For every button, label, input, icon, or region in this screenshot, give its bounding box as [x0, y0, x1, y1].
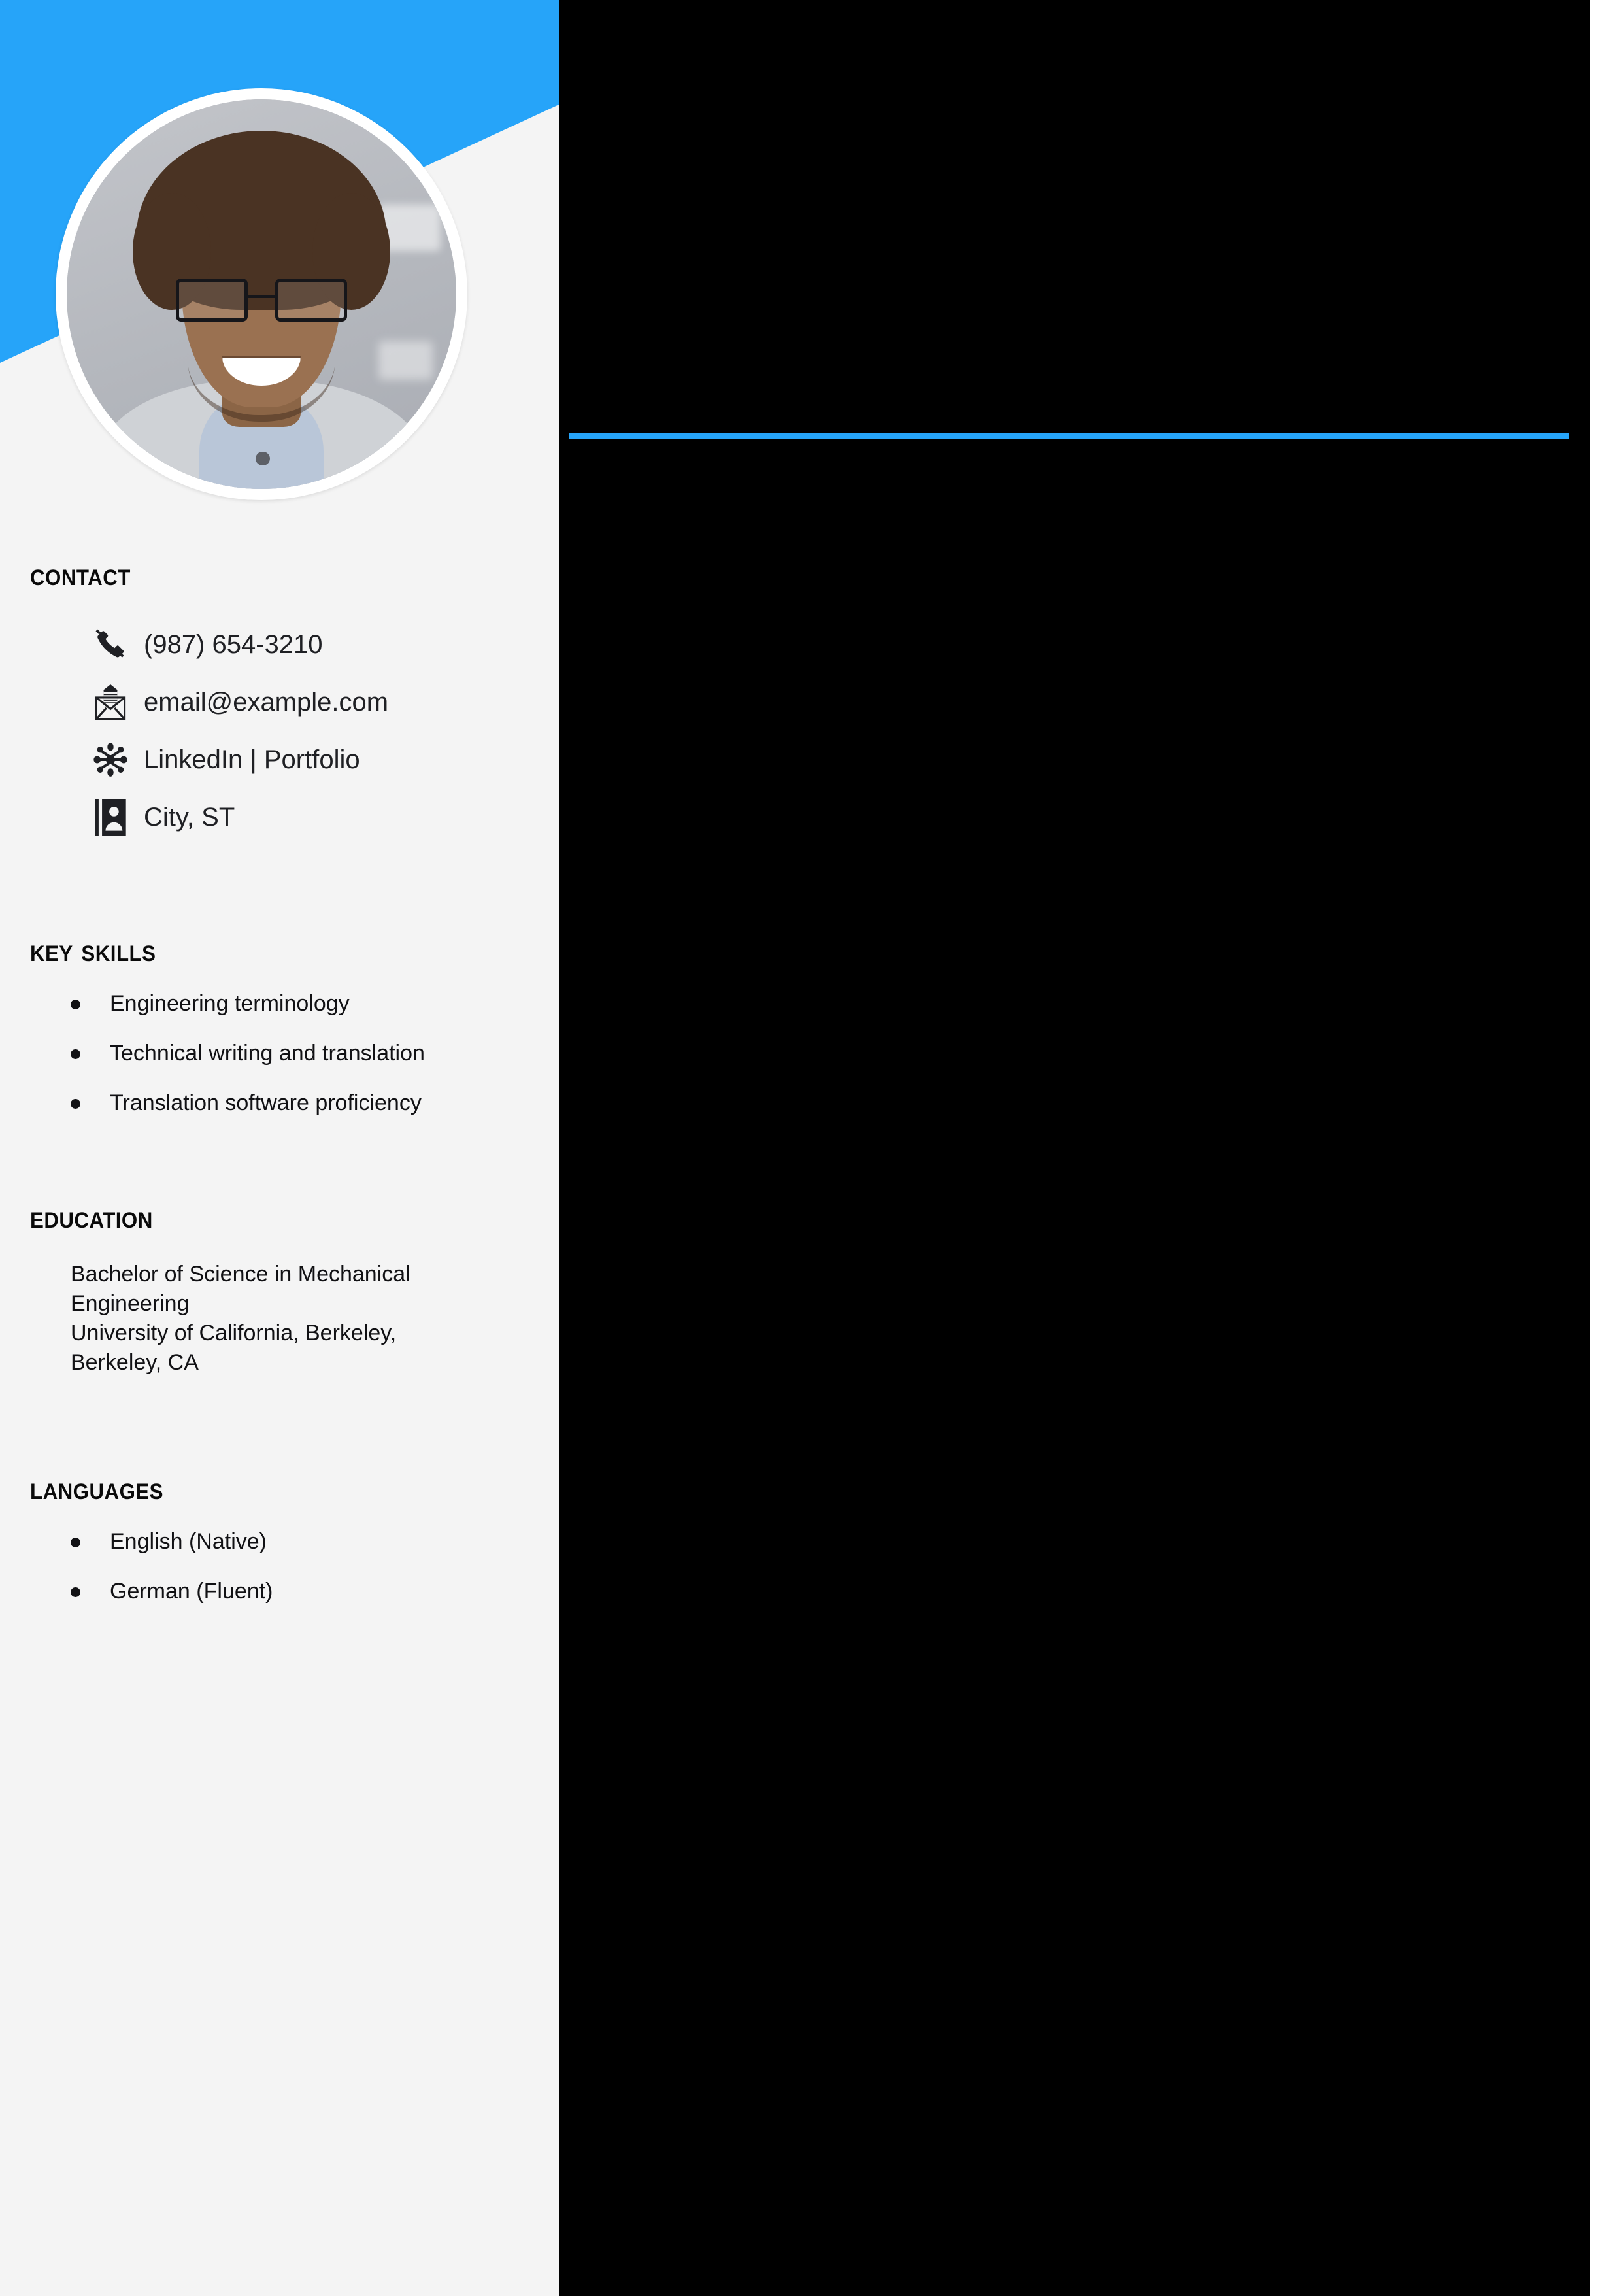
section-education: Education Bachelor of Science in Mechani… — [0, 1202, 559, 1377]
contact-row-phone[interactable]: (987) 654-3210 — [0, 616, 559, 673]
education-line: University of California, Berkeley, — [71, 1320, 397, 1345]
contact-location-text: City, ST — [144, 803, 235, 832]
contact-row-location[interactable]: City, ST — [0, 788, 559, 846]
education-line: Bachelor of Science in Mechanical — [71, 1262, 410, 1287]
list-item: English (Native) — [71, 1528, 559, 1555]
resume-page: Contact (987) 654-3210 — [0, 0, 1623, 2296]
education-entry: Bachelor of Science in Mechanical Engine… — [0, 1260, 559, 1377]
sidebar: Contact (987) 654-3210 — [0, 0, 559, 2296]
phone-icon — [92, 626, 129, 663]
contact-row-email[interactable]: email@example.com — [0, 673, 559, 731]
contact-email-text: email@example.com — [144, 688, 389, 717]
contact-row-links[interactable]: LinkedIn | Portfolio — [0, 731, 559, 788]
avatar — [56, 88, 467, 500]
glasses-lens-right — [275, 279, 348, 322]
contact-links-text: LinkedIn | Portfolio — [144, 745, 360, 774]
share-network-icon — [92, 741, 129, 778]
section-title-languages: Languages — [30, 1471, 164, 1506]
contact-phone-text: (987) 654-3210 — [144, 630, 323, 659]
list-item: German (Fluent) — [71, 1578, 559, 1605]
list-item: Engineering terminology — [71, 990, 559, 1017]
list-item: Translation software proficiency — [71, 1090, 559, 1117]
envelope-icon — [92, 684, 129, 720]
section-contact: Contact (987) 654-3210 — [0, 559, 559, 846]
contact-list: (987) 654-3210 email@example.com LinkedI… — [0, 616, 559, 846]
section-key-skills: Key Skills Engineering terminology Techn… — [0, 935, 559, 1139]
glasses-bridge — [248, 295, 275, 299]
key-skills-list: Engineering terminology Technical writin… — [0, 990, 559, 1116]
section-title-education: Education — [30, 1200, 153, 1235]
right-margin — [1590, 0, 1623, 2296]
photo-highlight-bottom — [378, 341, 433, 380]
contact-card-icon — [92, 799, 129, 836]
list-item: Technical writing and translation — [71, 1040, 559, 1067]
section-title-contact: Contact — [30, 557, 131, 592]
section-languages: Languages English (Native) German (Fluen… — [0, 1473, 559, 1628]
profile-photo — [67, 99, 456, 489]
education-line: Engineering — [71, 1291, 190, 1316]
photo-glasses — [175, 279, 348, 322]
languages-list: English (Native) German (Fluent) — [0, 1528, 559, 1605]
main-divider-line — [569, 433, 1569, 439]
photo-button — [256, 451, 270, 466]
education-line: Berkeley, CA — [71, 1349, 199, 1375]
section-title-key-skills: Key Skills — [30, 933, 156, 968]
main-panel — [559, 0, 1590, 2296]
glasses-lens-left — [175, 279, 248, 322]
